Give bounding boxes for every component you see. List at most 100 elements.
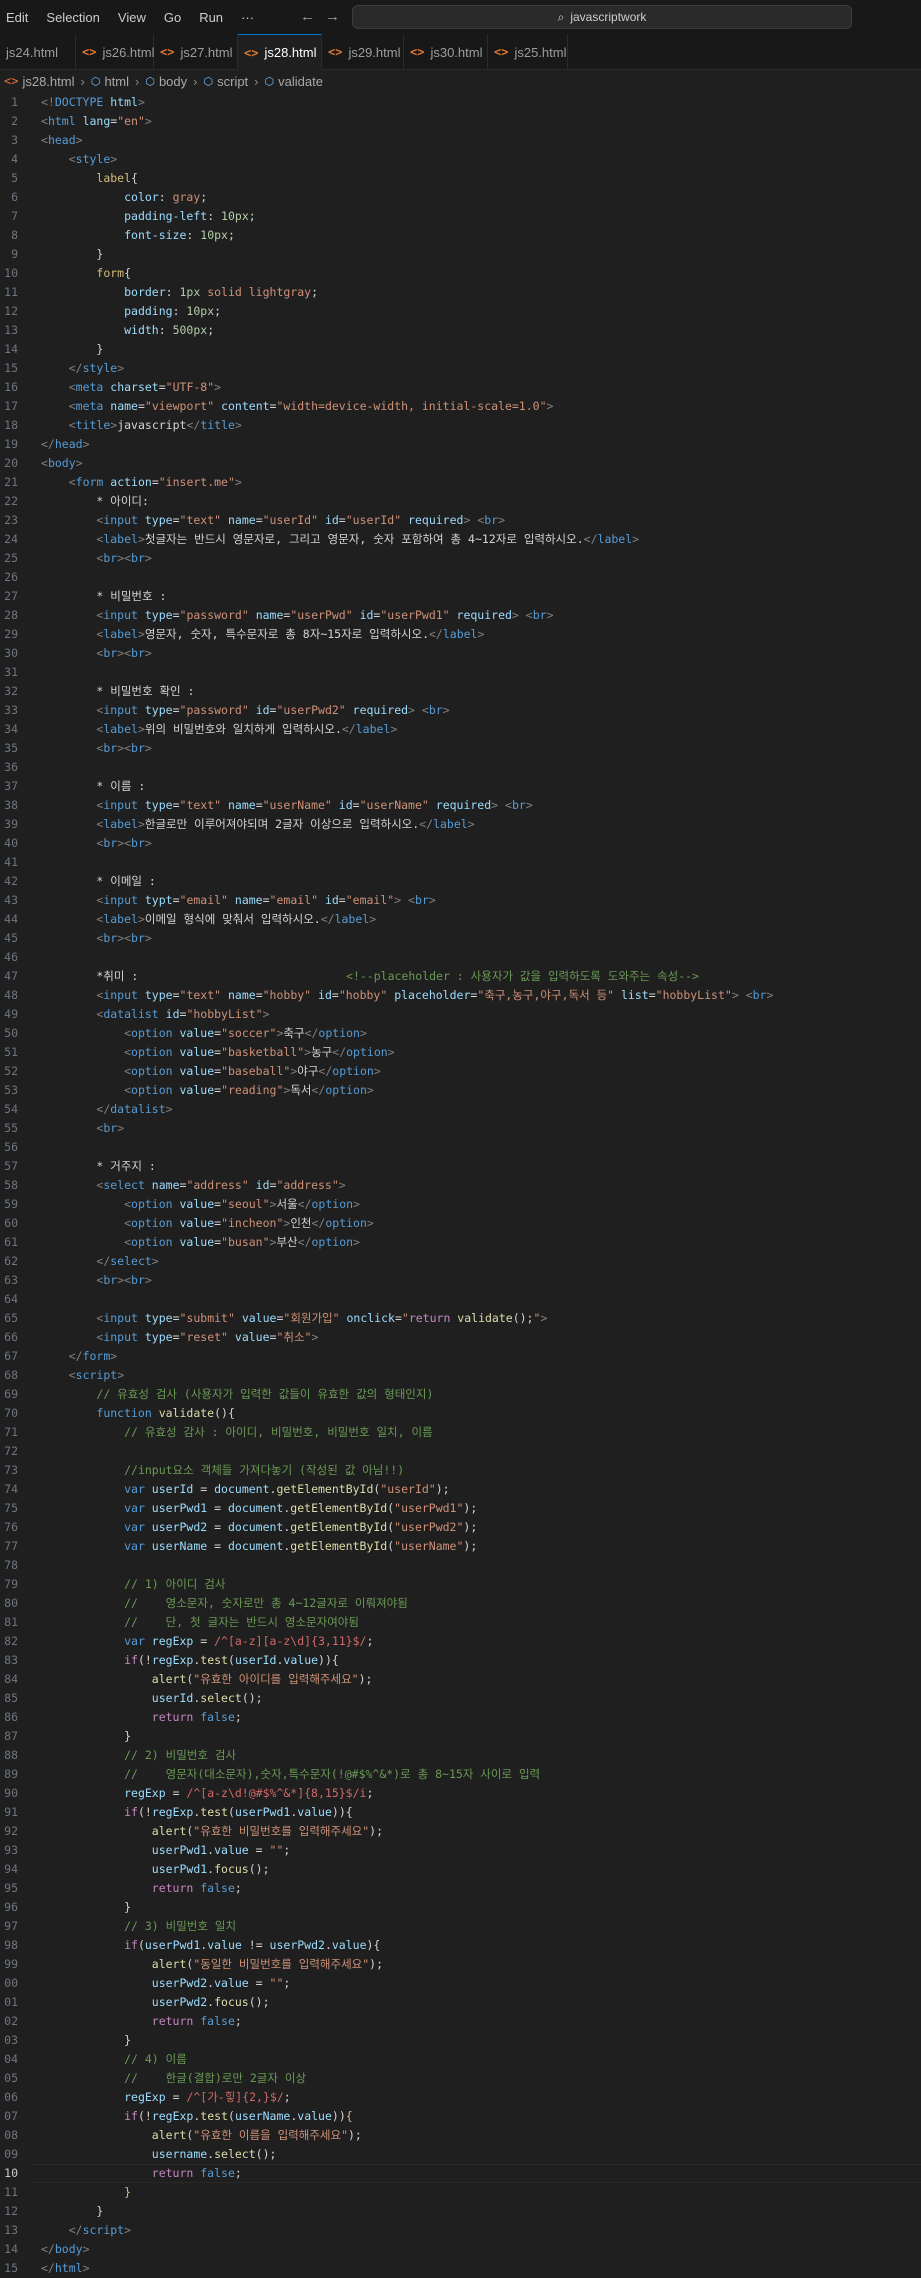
code-line[interactable]: 66 <input type="reset" value="취소">: [0, 1328, 921, 1347]
code-line[interactable]: 88 // 2) 비밀번호 검사: [0, 1746, 921, 1765]
code-line[interactable]: 4 <style>: [0, 150, 921, 169]
code-line[interactable]: 05 // 한글(결합)로만 2글자 이상: [0, 2069, 921, 2088]
code-line[interactable]: 41: [0, 853, 921, 872]
code-line[interactable]: 42 * 이메일 :: [0, 872, 921, 891]
code-line[interactable]: 89 // 영문자(대소문자),숫자,특수문자(!@#$%^&*)로 총 8~1…: [0, 1765, 921, 1784]
code-line[interactable]: 14 }: [0, 340, 921, 359]
code-line[interactable]: 94 userPwd1.focus();: [0, 1860, 921, 1879]
code-line[interactable]: 49 <datalist id="hobbyList">: [0, 1005, 921, 1024]
code-line[interactable]: 07 if(!regExp.test(userName.value)){: [0, 2107, 921, 2126]
code-line[interactable]: 90 regExp = /^[a-z\d!@#$%^&*]{8,15}$/i;: [0, 1784, 921, 1803]
code-line[interactable]: 52 <option value="baseball">야구</option>: [0, 1062, 921, 1081]
code-line[interactable]: 51 <option value="basketball">농구</option…: [0, 1043, 921, 1062]
code-line[interactable]: 39 <label>한글로만 이루어져야되며 2글자 이상으로 입력하시오.</…: [0, 815, 921, 834]
code-line[interactable]: 5 label{: [0, 169, 921, 188]
code-line[interactable]: 63 <br><br>: [0, 1271, 921, 1290]
code-line[interactable]: 2 <html lang="en">: [0, 112, 921, 131]
code-line[interactable]: 08 alert("유효한 이름을 입력해주세요");: [0, 2126, 921, 2145]
code-line[interactable]: 03 }: [0, 2031, 921, 2050]
code-line[interactable]: 83 if(!regExp.test(userId.value)){: [0, 1651, 921, 1670]
code-line[interactable]: 72: [0, 1442, 921, 1461]
code-line[interactable]: 43 <input typt="email" name="email" id="…: [0, 891, 921, 910]
breadcrumb-script[interactable]: script: [217, 74, 248, 89]
code-line[interactable]: 64: [0, 1290, 921, 1309]
code-line[interactable]: 14 </body>: [0, 2240, 921, 2259]
tab-js30-html[interactable]: <> js30.html: [404, 34, 488, 70]
code-line[interactable]: 93 userPwd1.value = "";: [0, 1841, 921, 1860]
code-line[interactable]: 30 <br><br>: [0, 644, 921, 663]
code-line[interactable]: 38 <input type="text" name="userName" id…: [0, 796, 921, 815]
code-line[interactable]: 59 <option value="seoul">서울</option>: [0, 1195, 921, 1214]
code-line[interactable]: 96 }: [0, 1898, 921, 1917]
tab-js24-html[interactable]: js24.html: [0, 34, 76, 70]
code-line[interactable]: 57 * 거주지 :: [0, 1157, 921, 1176]
code-line[interactable]: 62 </select>: [0, 1252, 921, 1271]
code-line[interactable]: 77 var userName = document.getElementByI…: [0, 1537, 921, 1556]
code-line[interactable]: 28 <input type="password" name="userPwd"…: [0, 606, 921, 625]
code-line[interactable]: 13 width: 500px;: [0, 321, 921, 340]
code-line[interactable]: 86 return false;: [0, 1708, 921, 1727]
code-line[interactable]: 12 padding: 10px;: [0, 302, 921, 321]
menu-go[interactable]: Go: [164, 10, 181, 25]
code-line[interactable]: 10 form{: [0, 264, 921, 283]
code-line[interactable]: 09 username.select();: [0, 2145, 921, 2164]
code-line[interactable]: 53 <option value="reading">독서</option>: [0, 1081, 921, 1100]
code-line[interactable]: 47 *취미 : <!--placeholder : 사용자가 값을 입력하도록…: [0, 967, 921, 986]
code-line[interactable]: 37 * 이름 :: [0, 777, 921, 796]
code-line[interactable]: 84 alert("유효한 아이디를 입력해주세요");: [0, 1670, 921, 1689]
code-line[interactable]: 78: [0, 1556, 921, 1575]
breadcrumb-body[interactable]: body: [159, 74, 187, 89]
code-line[interactable]: 74 var userId = document.getElementById(…: [0, 1480, 921, 1499]
code-line[interactable]: 91 if(!regExp.test(userPwd1.value)){: [0, 1803, 921, 1822]
code-line[interactable]: 26: [0, 568, 921, 587]
code-line[interactable]: 76 var userPwd2 = document.getElementByI…: [0, 1518, 921, 1537]
code-line[interactable]: 46: [0, 948, 921, 967]
code-line[interactable]: 58 <select name="address" id="address">: [0, 1176, 921, 1195]
code-line[interactable]: 10 return false;: [0, 2164, 921, 2183]
code-line[interactable]: 15 </html>: [0, 2259, 921, 2278]
breadcrumb-html[interactable]: html: [104, 74, 129, 89]
code-line[interactable]: 65 <input type="submit" value="회원가입" onc…: [0, 1309, 921, 1328]
code-line[interactable]: 45 <br><br>: [0, 929, 921, 948]
code-line[interactable]: 97 // 3) 비밀번호 일치: [0, 1917, 921, 1936]
code-line[interactable]: 25 <br><br>: [0, 549, 921, 568]
code-line[interactable]: 36: [0, 758, 921, 777]
code-line[interactable]: 98 if(userPwd1.value != userPwd2.value){: [0, 1936, 921, 1955]
menu-selection[interactable]: Selection: [46, 10, 99, 25]
code-line[interactable]: 70 function validate(){: [0, 1404, 921, 1423]
code-line[interactable]: 79 // 1) 아이디 검사: [0, 1575, 921, 1594]
code-line[interactable]: 04 // 4) 이름: [0, 2050, 921, 2069]
code-line[interactable]: 40 <br><br>: [0, 834, 921, 853]
code-line[interactable]: 92 alert("유효한 비밀번호를 입력해주세요");: [0, 1822, 921, 1841]
code-line[interactable]: 87 }: [0, 1727, 921, 1746]
code-line[interactable]: 27 * 비밀번호 :: [0, 587, 921, 606]
code-line[interactable]: 35 <br><br>: [0, 739, 921, 758]
menu-more[interactable]: ···: [241, 10, 254, 25]
forward-arrow-icon[interactable]: →: [325, 8, 350, 25]
code-line[interactable]: 15 </style>: [0, 359, 921, 378]
code-line[interactable]: 22 * 아이디:: [0, 492, 921, 511]
code-line[interactable]: 7 padding-left: 10px;: [0, 207, 921, 226]
code-line[interactable]: 71 // 유효성 감사 : 아이디, 비밀번호, 비밀번호 일치, 이름: [0, 1423, 921, 1442]
code-line[interactable]: 55 <br>: [0, 1119, 921, 1138]
tab-js26-html[interactable]: <> js26.html: [76, 34, 154, 70]
code-line[interactable]: 20 <body>: [0, 454, 921, 473]
code-line[interactable]: 3 <head>: [0, 131, 921, 150]
tab-js27-html[interactable]: <> js27.html: [154, 34, 238, 70]
code-line[interactable]: 99 alert("동일한 비밀번호를 입력해주세요");: [0, 1955, 921, 1974]
menu-run[interactable]: Run: [199, 10, 223, 25]
code-line[interactable]: 21 <form action="insert.me">: [0, 473, 921, 492]
code-line[interactable]: 56: [0, 1138, 921, 1157]
menu-edit[interactable]: Edit: [6, 10, 28, 25]
code-line[interactable]: 95 return false;: [0, 1879, 921, 1898]
breadcrumb-file[interactable]: js28.html: [22, 74, 74, 89]
code-line[interactable]: 48 <input type="text" name="hobby" id="h…: [0, 986, 921, 1005]
code-line[interactable]: 8 font-size: 10px;: [0, 226, 921, 245]
code-line[interactable]: 73 //input요소 객체들 가져다놓기 (작성된 값 아님!!): [0, 1461, 921, 1480]
tab-js28-html[interactable]: <> js28.html: [238, 34, 322, 70]
code-line[interactable]: 18 <title>javascript</title>: [0, 416, 921, 435]
code-line[interactable]: 67 </form>: [0, 1347, 921, 1366]
code-line[interactable]: 68 <script>: [0, 1366, 921, 1385]
code-line[interactable]: 60 <option value="incheon">인천</option>: [0, 1214, 921, 1233]
code-line[interactable]: 31: [0, 663, 921, 682]
